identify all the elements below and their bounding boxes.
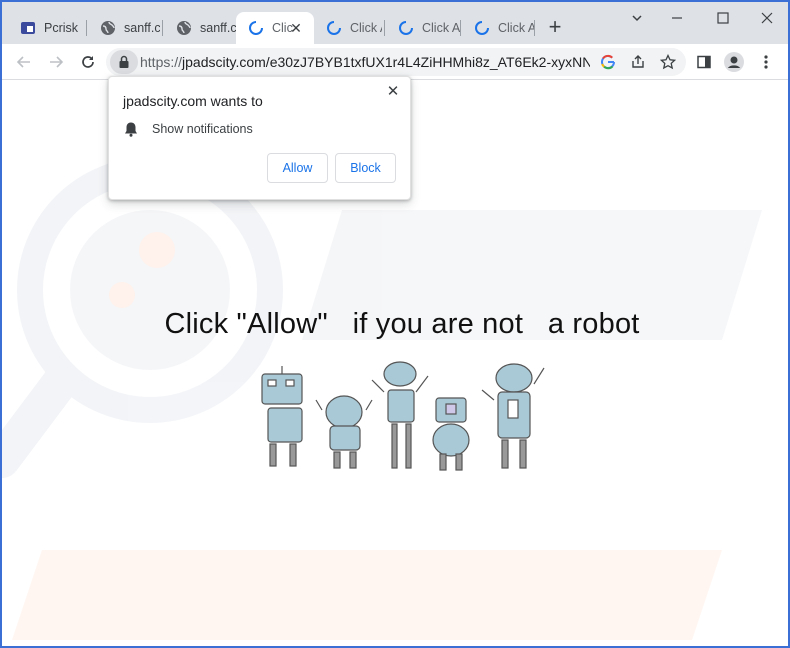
- arrow-left-icon: [16, 56, 30, 68]
- reload-button[interactable]: [76, 50, 100, 74]
- browser-window: Pcrisk sanff.cc sanff.cc Clic ✕: [0, 0, 790, 648]
- address-bar[interactable]: https://jpadscity.com/e30zJ7BYB1txfUX1r4…: [106, 48, 686, 76]
- tab-search-icon[interactable]: [622, 10, 652, 30]
- loading-icon: [248, 20, 264, 36]
- tab-click-active[interactable]: Clic ✕: [236, 12, 314, 44]
- allow-button[interactable]: Allow: [267, 153, 328, 183]
- lock-icon[interactable]: [110, 50, 138, 74]
- globe-icon: [100, 20, 116, 36]
- notification-permission-popup: jpadscity.com wants to ✕ Show notificati…: [108, 76, 411, 200]
- forward-button[interactable]: [44, 50, 68, 74]
- block-button[interactable]: Block: [335, 153, 396, 183]
- tab-sanff-2[interactable]: sanff.cc: [164, 12, 236, 44]
- loading-icon: [326, 20, 342, 36]
- reload-icon: [82, 56, 94, 68]
- loading-icon: [398, 20, 414, 36]
- side-panel-icon[interactable]: [692, 50, 716, 74]
- tab-click-3[interactable]: Click A: [386, 12, 460, 44]
- tab-pcrisk[interactable]: Pcrisk: [8, 12, 84, 44]
- minimize-button[interactable]: [662, 10, 692, 30]
- page-headline: Click "Allow" if you are not a robot: [164, 308, 640, 340]
- pcrisk-icon: [20, 20, 36, 36]
- loading-icon: [474, 20, 490, 36]
- robots-illustration: [261, 361, 545, 471]
- new-tab-button[interactable]: +: [543, 16, 567, 40]
- popup-title: jpadscity.com wants to: [123, 93, 263, 109]
- arrow-right-icon: [50, 56, 64, 68]
- globe-icon: [176, 20, 192, 36]
- google-lens-icon[interactable]: [598, 52, 618, 72]
- bell-icon: [123, 121, 139, 137]
- url-text[interactable]: https://jpadscity.com/e30zJ7BYB1txfUX1r4…: [140, 54, 590, 70]
- tab-click-2[interactable]: Click A: [314, 12, 382, 44]
- profile-avatar-icon[interactable]: [722, 50, 746, 74]
- bookmark-star-icon[interactable]: [658, 52, 678, 72]
- share-icon[interactable]: [628, 52, 648, 72]
- tab-strip: Pcrisk sanff.cc sanff.cc Clic ✕: [2, 2, 788, 44]
- toolbar: https://jpadscity.com/e30zJ7BYB1txfUX1r4…: [2, 44, 788, 80]
- maximize-button[interactable]: [708, 10, 738, 30]
- popup-close-icon[interactable]: ✕: [384, 83, 402, 101]
- tab-sanff-1[interactable]: sanff.cc: [88, 12, 160, 44]
- menu-kebab-icon[interactable]: [754, 50, 778, 74]
- permission-row: Show notifications: [123, 121, 253, 137]
- tab-click-4[interactable]: Click A: [462, 12, 534, 44]
- back-button[interactable]: [12, 50, 36, 74]
- close-tab-icon[interactable]: ✕: [288, 20, 304, 36]
- close-window-button[interactable]: [752, 10, 782, 30]
